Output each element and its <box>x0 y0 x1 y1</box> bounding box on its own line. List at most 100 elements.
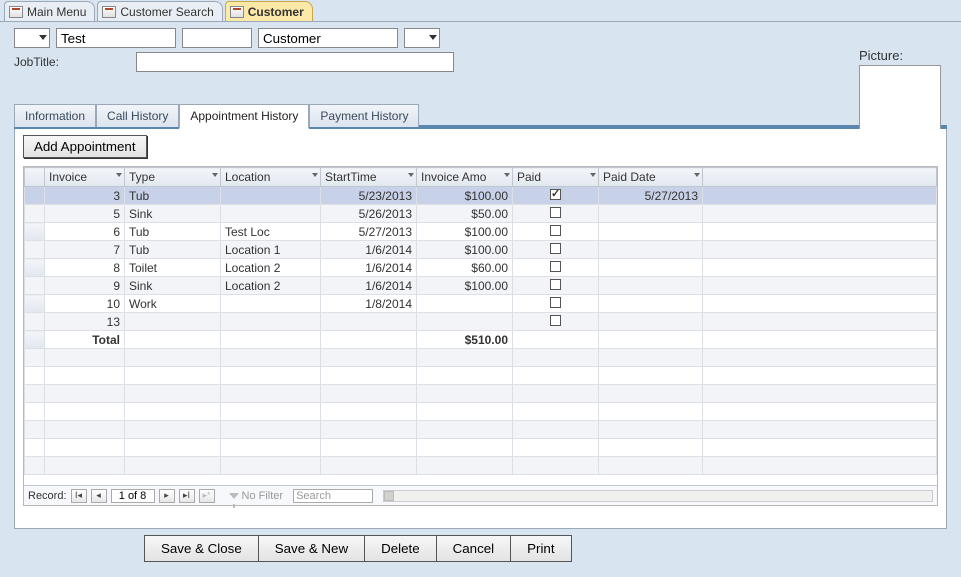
chevron-down-icon[interactable] <box>694 173 700 177</box>
checkbox-icon[interactable] <box>550 297 561 308</box>
col-invoice-amount[interactable]: Invoice Amo <box>417 168 513 187</box>
cell-starttime[interactable]: 5/23/2013 <box>321 187 417 205</box>
cell-invoice[interactable]: 8 <box>45 259 125 277</box>
nav-new-button[interactable]: ▸* <box>199 489 215 503</box>
nav-position-input[interactable] <box>111 489 155 503</box>
cell-starttime[interactable] <box>321 313 417 331</box>
cell-invoice-amount[interactable]: $100.00 <box>417 241 513 259</box>
chevron-down-icon[interactable] <box>312 173 318 177</box>
search-input[interactable] <box>293 489 373 503</box>
cell-invoice[interactable]: 3 <box>45 187 125 205</box>
chevron-down-icon[interactable] <box>590 173 596 177</box>
nav-last-button[interactable]: ▸I <box>179 489 195 503</box>
table-row[interactable]: 5Sink5/26/2013$50.00 <box>25 205 937 223</box>
cell-type[interactable]: Tub <box>125 241 221 259</box>
table-row[interactable]: 6TubTest Loc5/27/2013$100.00 <box>25 223 937 241</box>
row-selector[interactable] <box>25 313 45 331</box>
checkbox-icon[interactable] <box>550 189 561 200</box>
cell-starttime[interactable]: 1/6/2014 <box>321 277 417 295</box>
cell-paid-date[interactable] <box>599 277 703 295</box>
row-selector[interactable] <box>25 259 45 277</box>
cell-starttime[interactable]: 1/6/2014 <box>321 259 417 277</box>
cell-paid-date[interactable] <box>599 259 703 277</box>
cell-paid-date[interactable] <box>599 313 703 331</box>
cell-starttime[interactable]: 5/26/2013 <box>321 205 417 223</box>
cell-invoice[interactable]: 10 <box>45 295 125 313</box>
cell-type[interactable]: Tub <box>125 187 221 205</box>
cell-location[interactable]: Test Loc <box>221 223 321 241</box>
cell-location[interactable]: Location 2 <box>221 277 321 295</box>
cell-paid-date[interactable] <box>599 295 703 313</box>
delete-button[interactable]: Delete <box>364 535 437 562</box>
cell-location[interactable]: Location 1 <box>221 241 321 259</box>
row-selector[interactable] <box>25 295 45 313</box>
cell-paid-date[interactable] <box>599 241 703 259</box>
cell-paid-date[interactable] <box>599 205 703 223</box>
cell-invoice[interactable]: 6 <box>45 223 125 241</box>
row-selector[interactable] <box>25 277 45 295</box>
cell-paid[interactable] <box>513 241 599 259</box>
nav-first-button[interactable]: I◂ <box>71 489 87 503</box>
cell-type[interactable]: Toilet <box>125 259 221 277</box>
cell-paid[interactable] <box>513 313 599 331</box>
cell-starttime[interactable]: 1/6/2014 <box>321 241 417 259</box>
col-paid[interactable]: Paid <box>513 168 599 187</box>
col-paid-date[interactable]: Paid Date <box>599 168 703 187</box>
col-type[interactable]: Type <box>125 168 221 187</box>
cell-location[interactable] <box>221 205 321 223</box>
save-new-button[interactable]: Save & New <box>258 535 365 562</box>
nav-prev-button[interactable]: ◂ <box>91 489 107 503</box>
checkbox-icon[interactable] <box>550 225 561 236</box>
checkbox-icon[interactable] <box>550 261 561 272</box>
jobtitle-input[interactable] <box>136 52 454 72</box>
tab-appointment-history[interactable]: Appointment History <box>179 104 309 129</box>
cell-invoice-amount[interactable] <box>417 313 513 331</box>
col-location[interactable]: Location <box>221 168 321 187</box>
cell-paid[interactable] <box>513 259 599 277</box>
checkbox-icon[interactable] <box>550 315 561 326</box>
add-appointment-button[interactable]: Add Appointment <box>23 135 147 158</box>
cell-paid[interactable] <box>513 295 599 313</box>
tab-payment-history[interactable]: Payment History <box>309 104 419 127</box>
horizontal-scrollbar[interactable] <box>383 490 933 502</box>
print-button[interactable]: Print <box>510 535 571 562</box>
title-combo[interactable] <box>14 28 50 48</box>
col-invoice[interactable]: Invoice <box>45 168 125 187</box>
table-row[interactable]: 7TubLocation 11/6/2014$100.00 <box>25 241 937 259</box>
cell-invoice[interactable]: 13 <box>45 313 125 331</box>
save-close-button[interactable]: Save & Close <box>144 535 259 562</box>
row-selector[interactable] <box>25 223 45 241</box>
row-selector[interactable] <box>25 187 45 205</box>
cell-starttime[interactable]: 5/27/2013 <box>321 223 417 241</box>
cell-invoice-amount[interactable]: $50.00 <box>417 205 513 223</box>
middle-name-input[interactable] <box>182 28 252 48</box>
table-row[interactable]: 3Tub5/23/2013$100.005/27/2013 <box>25 187 937 205</box>
tab-information[interactable]: Information <box>14 104 96 127</box>
cell-type[interactable]: Tub <box>125 223 221 241</box>
cell-invoice-amount[interactable]: $60.00 <box>417 259 513 277</box>
cell-type[interactable] <box>125 313 221 331</box>
cell-location[interactable]: Location 2 <box>221 259 321 277</box>
chevron-down-icon[interactable] <box>408 173 414 177</box>
cell-paid-date[interactable] <box>599 223 703 241</box>
cell-paid-date[interactable]: 5/27/2013 <box>599 187 703 205</box>
cell-type[interactable]: Work <box>125 295 221 313</box>
nav-next-button[interactable]: ▸ <box>159 489 175 503</box>
filter-indicator[interactable]: No Filter <box>229 490 284 502</box>
cell-invoice[interactable]: 5 <box>45 205 125 223</box>
table-row[interactable]: 13 <box>25 313 937 331</box>
cell-invoice-amount[interactable] <box>417 295 513 313</box>
cell-type[interactable]: Sink <box>125 277 221 295</box>
cell-paid[interactable] <box>513 277 599 295</box>
checkbox-icon[interactable] <box>550 243 561 254</box>
cell-location[interactable] <box>221 295 321 313</box>
cell-invoice-amount[interactable]: $100.00 <box>417 223 513 241</box>
doc-tab-customer[interactable]: Customer <box>225 1 313 21</box>
cancel-button[interactable]: Cancel <box>436 535 512 562</box>
row-selector[interactable] <box>25 241 45 259</box>
cell-invoice[interactable]: 9 <box>45 277 125 295</box>
table-row[interactable]: 8ToiletLocation 21/6/2014$60.00 <box>25 259 937 277</box>
table-row[interactable]: 10Work1/8/2014 <box>25 295 937 313</box>
checkbox-icon[interactable] <box>550 207 561 218</box>
chevron-down-icon[interactable] <box>212 173 218 177</box>
